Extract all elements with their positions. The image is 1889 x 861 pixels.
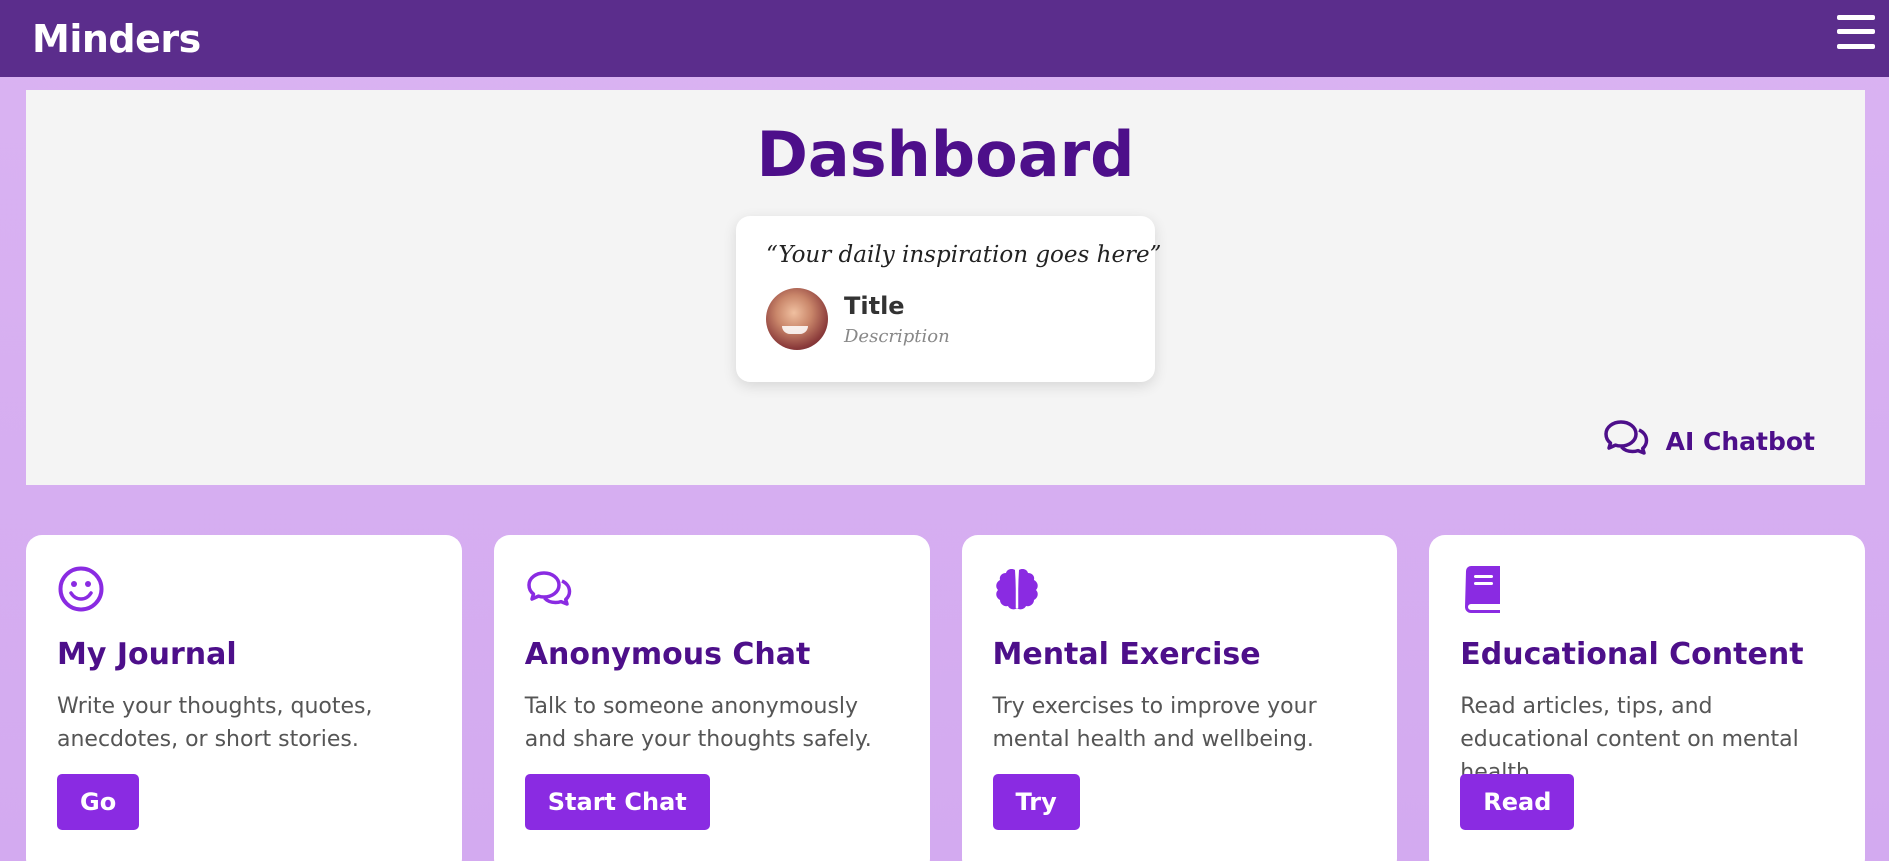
daily-quote-card: “Your daily inspiration goes here” Title… [736, 216, 1162, 382]
card-description: Read articles, tips, and educational con… [1460, 694, 1799, 785]
card-anonymous-chat: Anonymous Chat Talk to someone anonymous… [493, 535, 930, 861]
card-mental-exercise: Mental Exercise Try exercises to improve… [961, 535, 1398, 861]
brain-icon [993, 565, 1367, 613]
dashboard-hero: Dashboard “Your daily inspiration goes h… [26, 90, 1865, 485]
brand-logo[interactable]: Minders [32, 17, 201, 61]
go-button[interactable]: Go [57, 774, 140, 830]
author-meta: Title Description [844, 292, 950, 347]
card-title: Anonymous Chat [524, 637, 811, 672]
card-description: Try exercises to improve your mental hea… [992, 694, 1317, 752]
start-chat-button[interactable]: Start Chat [524, 774, 710, 830]
try-button[interactable]: Try [992, 774, 1080, 830]
page-title: Dashboard [756, 118, 1135, 191]
quote-text: “Your daily inspiration goes here” [766, 242, 1162, 268]
card-title: My Journal [57, 637, 237, 672]
ai-chatbot-label: AI Chatbot [1665, 426, 1815, 456]
chat-bubbles-icon [525, 565, 899, 613]
card-description: Talk to someone anonymously and share yo… [524, 694, 872, 752]
author-description: Description [844, 325, 950, 347]
card-title: Mental Exercise [992, 637, 1261, 672]
card-educational-content: Educational Content Read articles, tips,… [1429, 535, 1865, 861]
book-icon [1460, 565, 1834, 613]
card-description: Write your thoughts, quotes, anecdotes, … [57, 694, 373, 752]
chat-bubbles-icon [1602, 418, 1650, 464]
top-navbar: Minders [0, 0, 1889, 77]
read-button[interactable]: Read [1460, 774, 1575, 830]
author-title: Title [844, 291, 905, 320]
smiley-icon [57, 565, 431, 613]
card-my-journal: My Journal Write your thoughts, quotes, … [26, 535, 462, 861]
card-title: Educational Content [1460, 637, 1804, 672]
feature-cards: My Journal Write your thoughts, quotes, … [26, 535, 1865, 861]
ai-chatbot-link[interactable]: AI Chatbot [1602, 418, 1815, 464]
hamburger-menu-icon[interactable] [1837, 14, 1875, 49]
avatar [766, 288, 828, 350]
quote-author: Title Description [766, 288, 1125, 350]
